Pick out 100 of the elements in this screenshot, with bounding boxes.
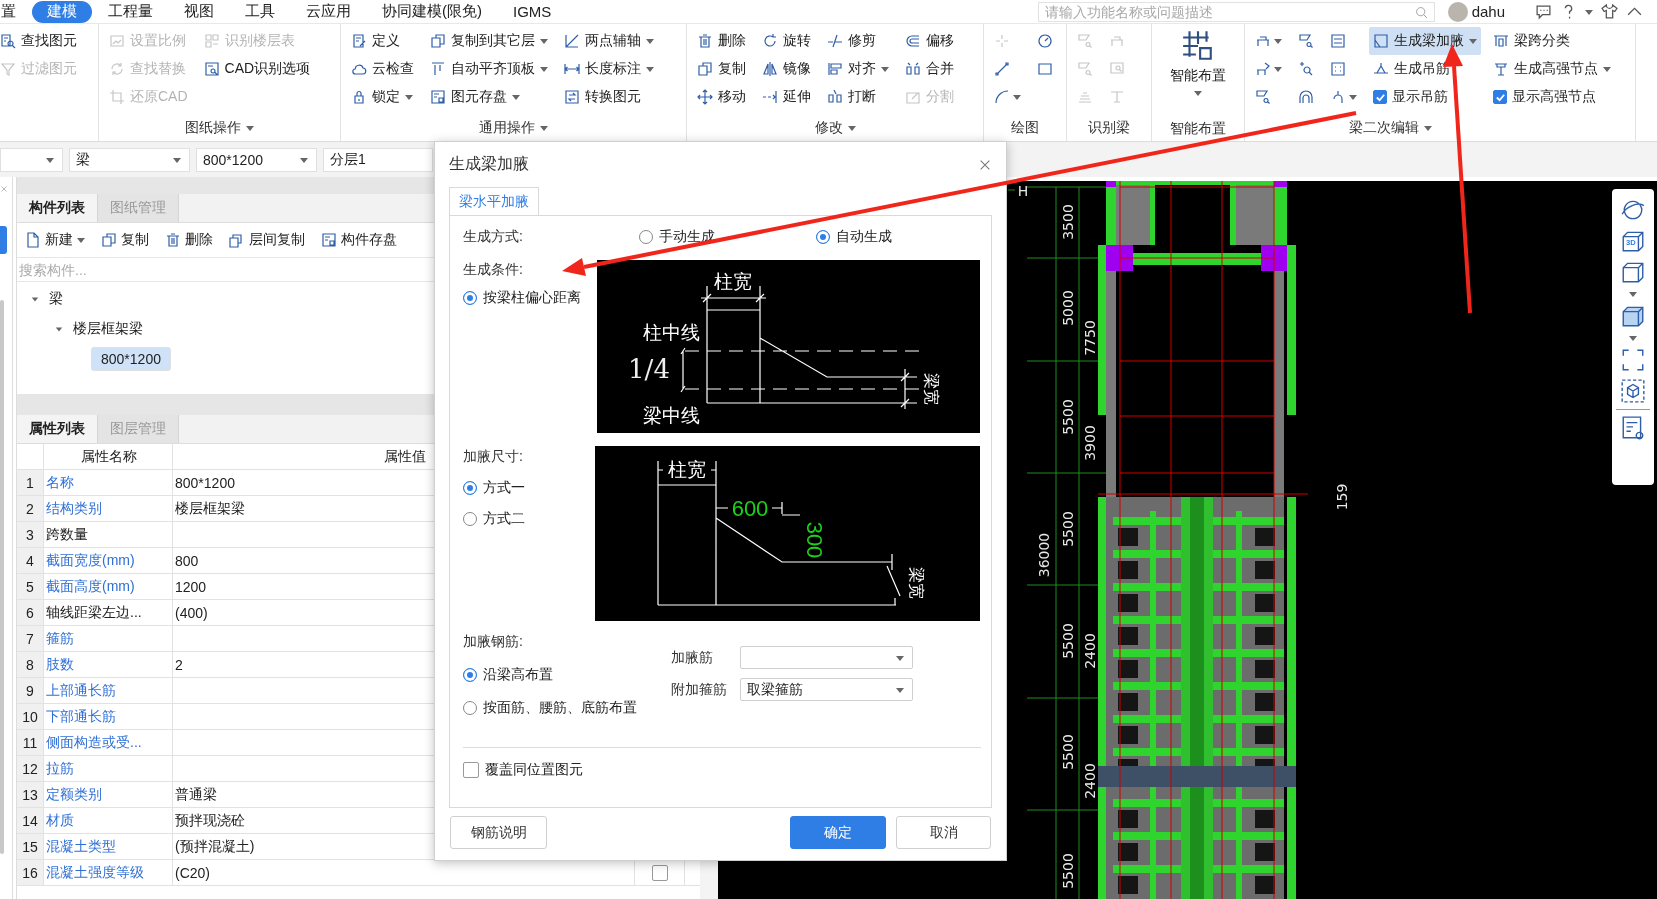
checkbox-label[interactable]: 覆盖同位置图元 bbox=[485, 761, 583, 779]
radio-label[interactable]: 按梁柱偏心距离 bbox=[483, 289, 581, 307]
group-menu-button[interactable]: 梁二次编辑 bbox=[1349, 118, 1432, 137]
radio-label[interactable]: 方式一 bbox=[483, 479, 525, 497]
checkbox-label[interactable]: 显示高强节点 bbox=[1512, 88, 1596, 106]
ribbon-button[interactable]: 定义 bbox=[347, 27, 418, 55]
menu-tab[interactable]: 工具 bbox=[230, 0, 290, 23]
radio-button[interactable] bbox=[463, 668, 477, 682]
radio-button[interactable] bbox=[463, 291, 477, 305]
dropdown-field[interactable] bbox=[740, 646, 913, 669]
radio-button[interactable] bbox=[816, 230, 830, 244]
caret-icon bbox=[1585, 7, 1593, 16]
ribbon-button[interactable]: 自动平齐顶板 bbox=[426, 55, 552, 83]
menu-tab[interactable]: 协同建模(限免) bbox=[367, 0, 497, 23]
dropdown-field[interactable]: 梁 bbox=[69, 147, 190, 172]
radio-label[interactable]: 按面筋、腰筋、底筋布置 bbox=[483, 699, 637, 717]
ribbon-button[interactable]: 打断 bbox=[823, 83, 893, 111]
ribbon-button[interactable]: 梁跨分类 bbox=[1489, 27, 1615, 55]
ribbon-button[interactable]: 修剪 bbox=[823, 27, 893, 55]
ribbon-button[interactable]: 转换图元 bbox=[560, 83, 658, 111]
avatar[interactable] bbox=[1447, 1, 1468, 22]
property-value: 800*1200 bbox=[175, 474, 235, 491]
checkbox[interactable] bbox=[1373, 90, 1387, 104]
table-icon bbox=[1109, 33, 1125, 49]
fork-icon bbox=[1330, 89, 1346, 105]
ribbon-button[interactable]: 旋转 bbox=[758, 27, 815, 55]
checkbox-label[interactable]: 显示吊筋 bbox=[1392, 88, 1448, 106]
list-eye-icon[interactable] bbox=[1620, 415, 1646, 441]
dashed-cube-icon[interactable] bbox=[1620, 378, 1646, 404]
checkbox[interactable] bbox=[651, 864, 668, 881]
ribbon-button[interactable]: 复制 bbox=[693, 55, 750, 83]
menu-tab[interactable]: 工程量 bbox=[93, 0, 168, 23]
ribbon-button[interactable]: 图元存盘 bbox=[426, 83, 552, 111]
ribbon-button[interactable]: 云检查 bbox=[347, 55, 418, 83]
tree-item[interactable]: 楼层框架梁 bbox=[67, 317, 149, 341]
ribbon-button[interactable]: 生成梁加腋 bbox=[1369, 27, 1481, 55]
dimension-label: 3900 bbox=[1082, 425, 1098, 461]
search-field[interactable]: 请输入功能名称或问题描述 bbox=[1037, 1, 1435, 22]
radio-button[interactable] bbox=[463, 701, 477, 715]
ribbon-button[interactable]: 两点辅轴 bbox=[560, 27, 658, 55]
group-menu-button[interactable]: 图纸操作 bbox=[185, 118, 254, 137]
menu-tab[interactable]: 置 bbox=[0, 0, 31, 23]
ribbon-button[interactable]: 移动 bbox=[693, 83, 750, 111]
scrollbar-thumb[interactable] bbox=[0, 300, 4, 854]
ribbon-button[interactable]: 删除 bbox=[693, 27, 750, 55]
dropdown-field[interactable]: 800*1200 bbox=[196, 147, 317, 172]
checkbox[interactable] bbox=[1493, 90, 1507, 104]
dialog-button[interactable]: 钢筋说明 bbox=[450, 816, 547, 849]
ribbon-button[interactable]: 长度标注 bbox=[560, 55, 658, 83]
radio-label[interactable]: 自动生成 bbox=[836, 228, 892, 246]
toolbar-button[interactable]: 删除 bbox=[161, 227, 217, 253]
ribbon-button[interactable]: 偏移 bbox=[901, 27, 958, 55]
ribbon-button[interactable]: 查找图元 bbox=[0, 27, 81, 55]
toolbar-button[interactable]: 新建 bbox=[21, 227, 89, 253]
row-number: 5 bbox=[17, 574, 44, 599]
ribbon-large-button[interactable]: 智能布置 bbox=[1164, 27, 1232, 117]
dropdown-field[interactable] bbox=[0, 147, 63, 172]
toolbar-button[interactable]: 构件存盘 bbox=[317, 227, 401, 253]
menu-tab[interactable]: 建模 bbox=[32, 0, 92, 23]
menu-tab[interactable]: IGMS bbox=[498, 0, 567, 23]
radio-button[interactable] bbox=[463, 512, 477, 526]
ribbon-button[interactable]: 复制到其它层 bbox=[426, 27, 552, 55]
find-icon bbox=[0, 33, 16, 49]
dropdown-field[interactable]: 分层1 bbox=[323, 147, 433, 172]
line-icon bbox=[994, 61, 1010, 77]
ribbon-button[interactable]: 合并 bbox=[901, 55, 958, 83]
caret-icon[interactable] bbox=[55, 325, 63, 333]
field-label: 加腋尺寸: bbox=[463, 447, 523, 466]
dialog-button[interactable]: 取消 bbox=[896, 816, 991, 849]
radio-label[interactable]: 沿梁高布置 bbox=[483, 666, 553, 684]
ribbon-button[interactable]: 延伸 bbox=[758, 83, 815, 111]
group-menu-button[interactable]: 通用操作 bbox=[479, 118, 548, 137]
property-value: 预拌现浇砼 bbox=[175, 811, 245, 830]
ribbon-button[interactable]: 生成高强节点 bbox=[1489, 55, 1615, 83]
caret-icon bbox=[173, 155, 181, 164]
lock-icon bbox=[351, 89, 367, 105]
menu-tab[interactable]: 云应用 bbox=[291, 0, 366, 23]
checkbox[interactable] bbox=[463, 762, 479, 778]
ribbon-button[interactable]: 锁定 bbox=[347, 83, 418, 111]
dropdown-field[interactable]: 取梁箍筋 bbox=[740, 678, 913, 701]
user-name[interactable]: dahu bbox=[1471, 3, 1505, 20]
radio-button[interactable] bbox=[463, 481, 477, 495]
ribbon-button[interactable]: 镜像 bbox=[758, 55, 815, 83]
ribbon-button[interactable]: CAD识别选项 bbox=[199, 55, 315, 83]
radio-label[interactable]: 方式二 bbox=[483, 510, 525, 528]
menu-tab[interactable]: 视图 bbox=[169, 0, 229, 23]
dimension-label: 5500 bbox=[1060, 399, 1076, 435]
radio-button[interactable] bbox=[639, 230, 653, 244]
group-menu-button[interactable]: 修改 bbox=[814, 118, 856, 137]
caret-icon[interactable] bbox=[31, 295, 39, 303]
ribbon-button[interactable]: 对齐 bbox=[823, 55, 893, 83]
toolbar-button[interactable]: 复制 bbox=[97, 227, 153, 253]
fullscreen-icon[interactable] bbox=[1620, 347, 1646, 373]
dialog-button[interactable]: 确定 bbox=[790, 816, 886, 849]
toolbar-button[interactable]: 层间复制 bbox=[225, 227, 309, 253]
tree-item[interactable]: 梁 bbox=[43, 287, 69, 311]
list-box-icon bbox=[1330, 33, 1346, 49]
tree-item[interactable]: 800*1200 bbox=[91, 347, 171, 371]
dialog-tab[interactable]: 梁水平加腋 bbox=[449, 187, 539, 215]
convert-icon bbox=[564, 89, 580, 105]
